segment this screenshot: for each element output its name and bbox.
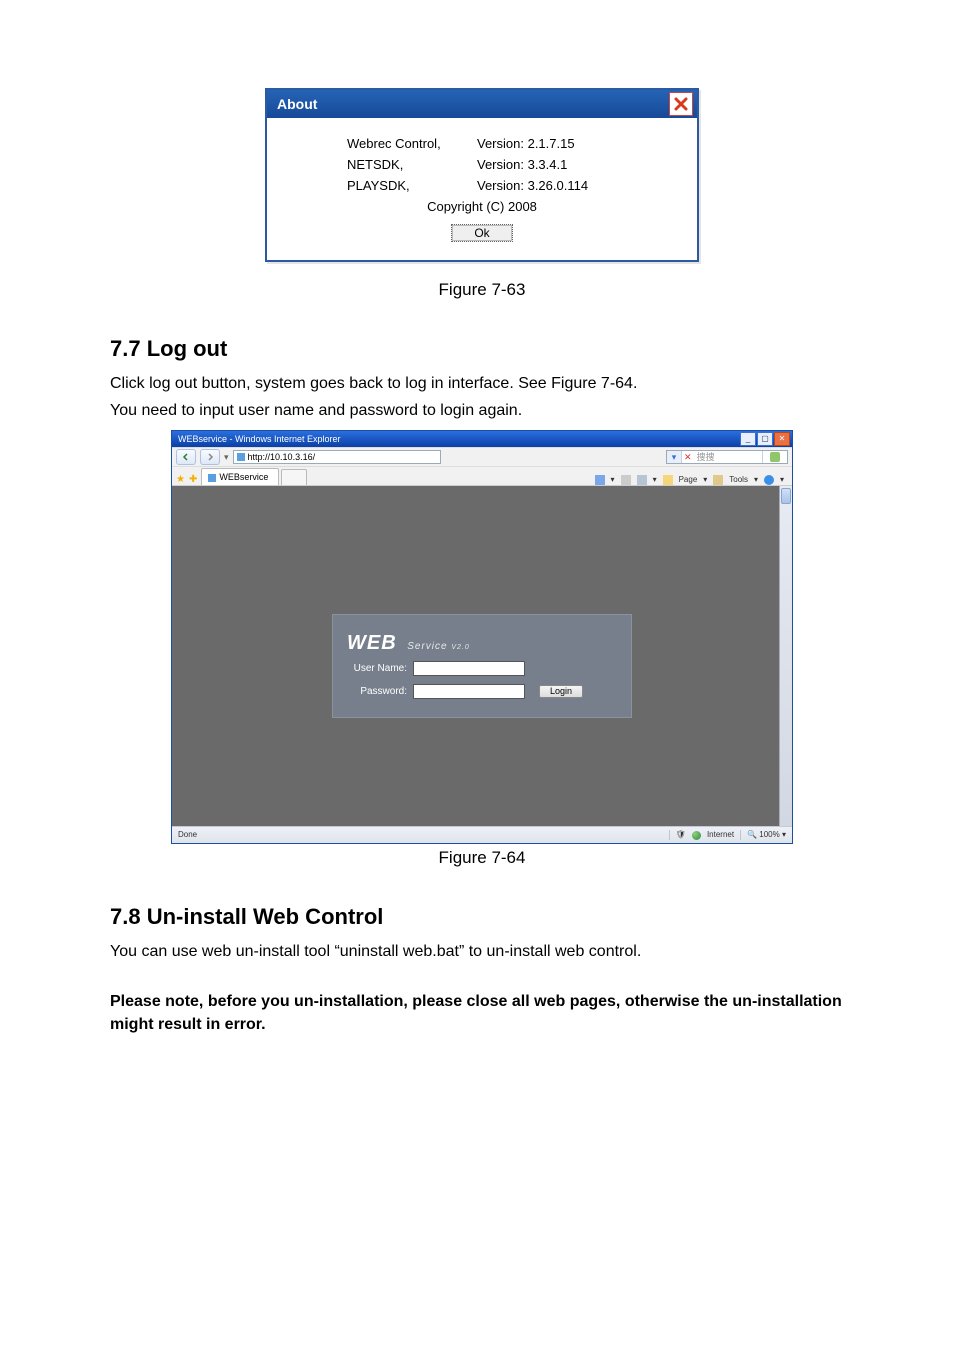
window-title: WEBservice - Windows Internet Explorer (178, 435, 341, 444)
ie-window: WEBservice - Windows Internet Explorer _… (171, 430, 793, 844)
ie-page-icon (208, 474, 216, 482)
vertical-scrollbar[interactable] (779, 486, 792, 826)
page-menu[interactable]: Page (679, 476, 698, 484)
login-button[interactable]: Login (539, 685, 583, 698)
about-body: Webrec Control, Version: 2.1.7.15 NETSDK… (267, 118, 697, 260)
username-row: User Name: (347, 661, 617, 676)
home-icon[interactable] (595, 475, 605, 485)
page-content-area: WEB Service V2.0 User Name: Password: Lo… (172, 486, 792, 826)
search-box[interactable]: ▾ ✕ 捜捜 (666, 450, 788, 464)
brand-logo: WEB Service V2.0 (347, 633, 617, 653)
browser-tab[interactable]: WEBservice (201, 468, 279, 485)
about-copyright: Copyright (C) 2008 (297, 199, 667, 214)
username-label: User Name: (347, 664, 413, 674)
ok-button[interactable]: Ok (451, 224, 512, 242)
about-row-label: PLAYSDK, (347, 178, 477, 193)
document-page: About Webrec Control, Version: 2.1.7.15 … (0, 0, 954, 1350)
section-heading-uninstall: 7.8 Un-install Web Control (110, 904, 854, 930)
about-row-value: Version: 3.26.0.114 (477, 178, 667, 193)
para-logout-2: You need to input user name and password… (110, 399, 854, 422)
favorites-star-icon[interactable]: ★ (176, 475, 185, 485)
tools-menu-icon (713, 475, 723, 485)
add-favorites-icon[interactable]: ✚ (189, 475, 197, 485)
back-arrow-icon (182, 453, 190, 461)
about-row-value: Version: 2.1.7.15 (477, 136, 667, 151)
about-dialog: About Webrec Control, Version: 2.1.7.15 … (265, 88, 699, 262)
password-row: Password: Login (347, 684, 617, 699)
para-logout-1: Click log out button, system goes back t… (110, 372, 854, 395)
login-panel: WEB Service V2.0 User Name: Password: Lo… (332, 614, 632, 718)
feeds-icon[interactable] (621, 475, 631, 485)
zoom-value: 100% (759, 830, 779, 839)
figure-caption: Figure 7-63 (110, 280, 854, 300)
internet-zone-icon (692, 831, 701, 840)
para-uninstall-note: Please note, before you un-installation,… (110, 993, 842, 1033)
password-input[interactable] (413, 684, 525, 699)
protected-mode-icon: 🛡 (676, 831, 686, 839)
close-button[interactable] (669, 92, 693, 116)
close-icon (673, 96, 689, 112)
new-tab-button[interactable] (281, 469, 307, 485)
about-titlebar: About (267, 90, 697, 118)
help-icon[interactable] (764, 475, 774, 485)
about-row-label: NETSDK, (347, 157, 477, 172)
about-row-value: Version: 3.3.4.1 (477, 157, 667, 172)
address-text: http://10.10.3.16/ (248, 453, 316, 462)
about-row-label: Webrec Control, (347, 136, 477, 151)
figure-caption: Figure 7-64 (110, 848, 854, 868)
window-buttons: _ ▢ ✕ (740, 432, 790, 446)
brand-version: V2.0 (451, 644, 469, 651)
username-input[interactable] (413, 661, 525, 676)
search-go-icon[interactable] (770, 452, 780, 462)
ie-titlebar: WEBservice - Windows Internet Explorer _… (172, 431, 792, 447)
ie-tab-row: ★ ✚ WEBservice ▾ ▾ Page▾ Tools▾ ▾ (172, 467, 792, 486)
brand-sub: Service (407, 641, 447, 652)
maximize-button[interactable]: ▢ (757, 432, 773, 446)
search-provider-icon: ✕ (684, 453, 692, 462)
section-heading-logout: 7.7 Log out (110, 336, 854, 362)
ie-nav-row: ▾ http://10.10.3.16/ ▾ ✕ 捜捜 (172, 447, 792, 467)
about-title: About (277, 96, 317, 112)
status-zone: Internet (707, 831, 734, 839)
zoom-indicator[interactable]: 🔍 100% ▾ (747, 831, 786, 839)
scrollbar-thumb[interactable] (781, 488, 791, 504)
para-uninstall-1: You can use web un-install tool “uninsta… (110, 940, 854, 963)
tools-menu[interactable]: Tools (729, 476, 748, 484)
brand-main: WEB (347, 632, 397, 654)
search-provider-dropdown[interactable]: ▾ (667, 451, 682, 463)
print-icon[interactable] (637, 475, 647, 485)
back-button[interactable] (176, 449, 196, 465)
password-label: Password: (347, 687, 413, 697)
search-placeholder: 捜捜 (694, 453, 762, 462)
address-bar[interactable]: http://10.10.3.16/ (233, 450, 441, 464)
about-row: NETSDK, Version: 3.3.4.1 (347, 157, 667, 172)
minimize-button[interactable]: _ (740, 432, 756, 446)
status-bar: Done 🛡 Internet 🔍 100% ▾ (172, 826, 792, 843)
command-bar: ▾ ▾ Page▾ Tools▾ ▾ (595, 475, 788, 485)
status-text: Done (178, 831, 197, 839)
forward-arrow-icon (206, 453, 214, 461)
page-menu-icon (663, 475, 673, 485)
forward-button[interactable] (200, 449, 220, 465)
about-row: PLAYSDK, Version: 3.26.0.114 (347, 178, 667, 193)
about-row: Webrec Control, Version: 2.1.7.15 (347, 136, 667, 151)
close-window-button[interactable]: ✕ (774, 432, 790, 446)
ie-page-icon (237, 453, 245, 461)
tab-label: WEBservice (219, 473, 268, 482)
chevron-down-icon: ▾ (672, 453, 677, 462)
